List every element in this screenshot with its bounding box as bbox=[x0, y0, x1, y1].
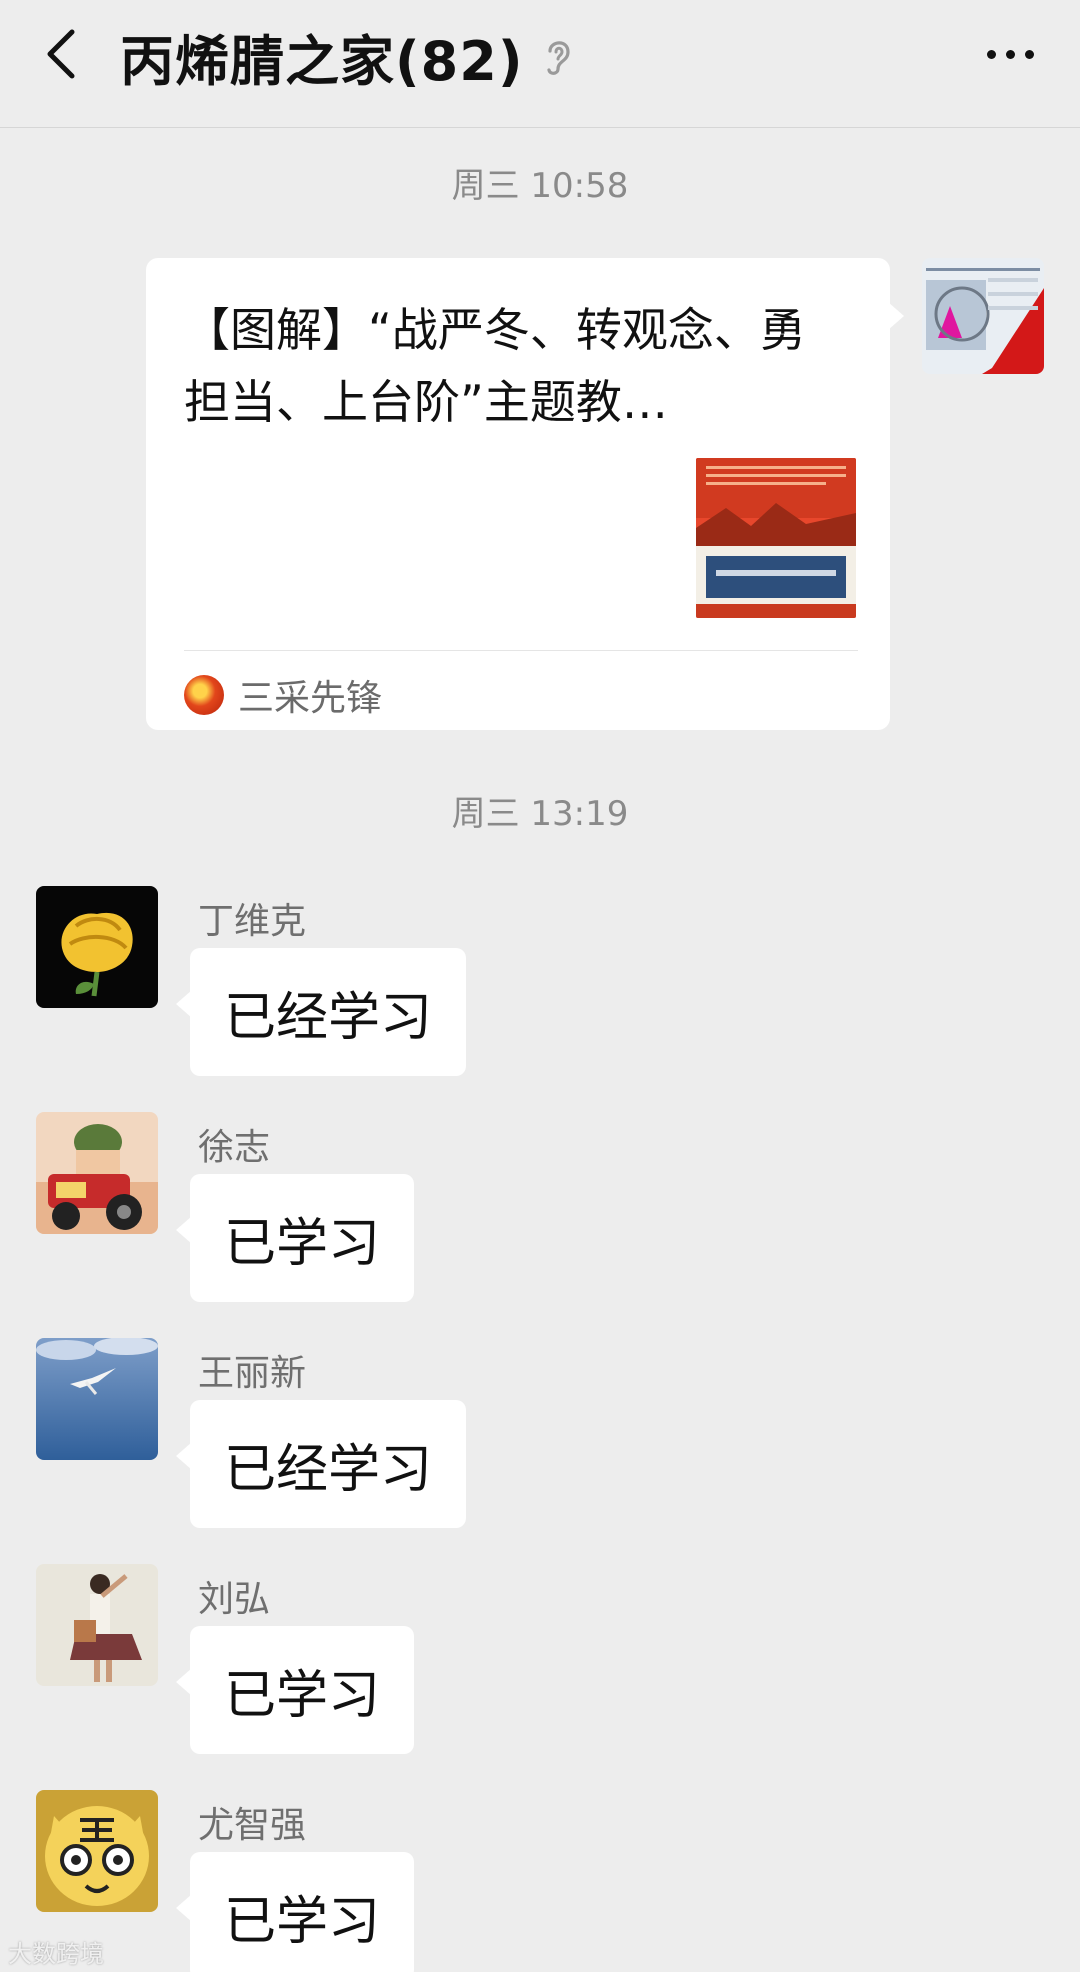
sender-name: 尤智强 bbox=[198, 1805, 307, 1846]
avatar[interactable] bbox=[36, 1790, 158, 1912]
title-area[interactable]: 丙烯腈之家(82) bbox=[120, 20, 578, 93]
more-dot bbox=[1005, 49, 1015, 59]
more-dots-icon bbox=[986, 49, 996, 59]
source-name: 三采先锋 bbox=[238, 678, 383, 719]
sender-name: 徐志 bbox=[198, 1127, 271, 1168]
message-bubble[interactable]: 已学习 bbox=[175, 1174, 415, 1302]
message-bubble[interactable]: 已经学习 bbox=[175, 1400, 467, 1528]
avatar[interactable] bbox=[36, 886, 158, 1008]
avatar[interactable] bbox=[36, 1564, 158, 1686]
chat-header: 丙烯腈之家(82) bbox=[0, 0, 1080, 128]
sender-name: 刘弘 bbox=[198, 1579, 271, 1620]
avatar[interactable] bbox=[36, 1112, 158, 1234]
chat-title: 丙烯腈之家(82) bbox=[120, 29, 524, 93]
message-bubble[interactable]: 已学习 bbox=[175, 1626, 415, 1754]
timestamp-divider: 周三 10:58 bbox=[451, 166, 629, 206]
sender-name: 丁维克 bbox=[198, 901, 307, 942]
back-button[interactable] bbox=[30, 22, 94, 86]
source-logo bbox=[184, 675, 224, 715]
article-card[interactable]: 【图解】“战严冬、转观念、勇担当、上台阶”主题教… 三采先锋 bbox=[146, 258, 904, 730]
article-title: 【图解】“战严冬、转观念、勇担当、上台阶”主题教… bbox=[184, 303, 806, 429]
ear-icon bbox=[542, 34, 578, 78]
sender-name: 王丽新 bbox=[198, 1353, 307, 1394]
self-avatar[interactable] bbox=[922, 258, 1044, 374]
card-divider bbox=[184, 650, 858, 651]
article-source: 三采先锋 bbox=[184, 670, 382, 720]
more-dot bbox=[1024, 49, 1034, 59]
timestamp-divider: 周三 13:19 bbox=[451, 794, 629, 834]
article-thumbnail bbox=[696, 458, 856, 618]
message-bubble[interactable]: 已学习 bbox=[175, 1852, 415, 1972]
watermark: 大数跨境 bbox=[8, 1940, 104, 1968]
chevron-left-icon bbox=[47, 29, 75, 79]
avatar[interactable] bbox=[36, 1338, 158, 1460]
more-button[interactable] bbox=[970, 22, 1050, 86]
chat-screen: 丙烯腈之家(82) 周三 10:58 【图解】“战严冬、转观念、勇担当、上台阶”… bbox=[0, 0, 1080, 1972]
message-bubble[interactable]: 已经学习 bbox=[175, 948, 467, 1076]
